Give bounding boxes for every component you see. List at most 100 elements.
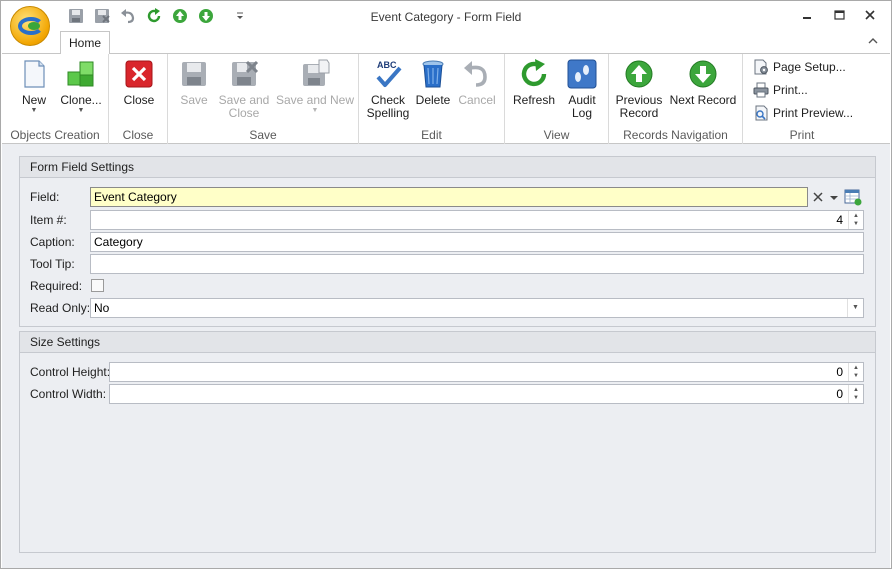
svg-text:ABC: ABC (377, 60, 397, 70)
minimize-icon[interactable] (799, 8, 815, 22)
audit-log-button[interactable]: Audit Log (561, 58, 603, 120)
ribbon-tab-row: Home (1, 31, 891, 54)
control-width-input[interactable]: 0 ▲ ▼ (109, 384, 864, 404)
cancel-button-label: Cancel (458, 93, 496, 107)
audit-log-label-line2: Log (571, 106, 593, 120)
ribbon-group-label: Edit (421, 128, 442, 142)
control-width-value: 0 (836, 387, 843, 401)
refresh-icon (521, 59, 547, 87)
close-red-x-icon (125, 60, 153, 88)
item-number-input[interactable]: 4 ▲ ▼ (90, 210, 864, 230)
ribbon-group-label: Close (122, 128, 154, 142)
app-logo-icon[interactable] (10, 6, 50, 46)
caption-input[interactable]: Category (90, 232, 864, 252)
undo-arrow-icon (464, 61, 487, 87)
item-number-label: Item #: (30, 213, 67, 227)
spin-up-icon[interactable]: ▲ (853, 213, 859, 219)
ribbon-group-edit: ABC Check Spelling Delete Cancel Edit (359, 54, 505, 144)
read-only-value: No (94, 301, 110, 315)
spin-down-icon[interactable]: ▼ (853, 373, 859, 379)
chevron-down-icon: ▼ (30, 107, 38, 114)
read-only-label: Read Only: (30, 301, 91, 315)
print-preview-label: Print Preview... (773, 106, 854, 120)
caption-value: Category (94, 235, 143, 249)
chevron-down-icon[interactable] (827, 189, 841, 205)
ribbon-group-label: View (543, 128, 570, 142)
control-width-spinner[interactable]: ▲ ▼ (848, 385, 863, 403)
title-bar: Event Category - Form Field (1, 1, 891, 46)
clone-button[interactable]: Clone... ▼ (58, 58, 104, 115)
check-spelling-label-line2: Spelling (366, 106, 410, 120)
chevron-down-icon[interactable]: ▼ (847, 299, 863, 317)
restore-icon[interactable] (831, 8, 847, 22)
chevron-down-icon: ▼ (77, 107, 85, 114)
close-button[interactable]: Close (117, 58, 161, 107)
print-label: Print... (773, 83, 808, 97)
save-and-close-button[interactable]: Save and Close (218, 58, 270, 120)
tool-tip-label: Tool Tip: (30, 257, 75, 271)
spin-down-icon[interactable]: ▼ (853, 395, 859, 401)
tab-home[interactable]: Home (60, 31, 110, 54)
clone-cubes-icon (67, 61, 94, 87)
item-number-spinner[interactable]: ▲ ▼ (848, 211, 863, 229)
chevron-up-icon[interactable] (867, 36, 879, 46)
required-label: Required: (30, 279, 83, 293)
check-spelling-label-line1: Check (370, 93, 405, 107)
required-checkbox[interactable] (91, 279, 104, 292)
field-input[interactable]: Event Category (90, 187, 808, 207)
ribbon-group-records-navigation: Previous Record Next Record Records Navi… (609, 54, 743, 144)
spin-down-icon[interactable]: ▼ (853, 221, 859, 227)
save-button[interactable]: Save (174, 58, 214, 107)
control-height-label: Control Height: (30, 365, 111, 379)
save-and-close-label-line1: Save and (218, 93, 270, 107)
item-number-value: 4 (836, 213, 843, 227)
audit-log-label-line1: Audit (568, 93, 596, 107)
footprints-icon (567, 59, 597, 89)
new-button[interactable]: New ▼ (14, 58, 54, 115)
check-spelling-button[interactable]: ABC Check Spelling (365, 58, 411, 120)
read-only-select[interactable]: No ▼ (90, 298, 864, 318)
save-and-new-label: Save and New (275, 93, 355, 107)
size-settings-group: Size Settings Control Height: 0 ▲ ▼ Contr… (19, 331, 876, 553)
page-setup-icon (754, 59, 768, 75)
previous-record-label-line2: Record (619, 106, 659, 120)
delete-button[interactable]: Delete (413, 58, 453, 107)
trash-bin-icon (422, 60, 444, 88)
arrow-down-circle-icon (689, 60, 717, 88)
save-and-close-label-line2: Close (228, 106, 260, 120)
new-document-icon (24, 60, 45, 88)
next-record-label: Next Record (669, 93, 737, 107)
next-record-button[interactable]: Next Record (667, 58, 739, 107)
save-button-label: Save (180, 93, 208, 107)
page-setup-label: Page Setup... (773, 60, 846, 74)
close-window-icon[interactable] (862, 8, 878, 22)
control-height-input[interactable]: 0 ▲ ▼ (109, 362, 864, 382)
lookup-table-icon[interactable] (844, 188, 862, 206)
previous-record-button[interactable]: Previous Record (615, 58, 663, 120)
control-width-label: Control Width: (30, 387, 107, 401)
new-button-label: New (21, 93, 46, 107)
print-preview-icon (755, 105, 768, 121)
window-title: Event Category - Form Field (370, 10, 522, 24)
previous-record-label-line1: Previous (615, 93, 663, 107)
ribbon-group-label: Print (789, 128, 815, 142)
save-new-icon (303, 59, 330, 86)
close-button-label: Close (123, 93, 155, 107)
save-and-new-button[interactable]: Save and New ▼ (274, 58, 356, 115)
refresh-button-label: Refresh (512, 93, 556, 107)
control-height-spinner[interactable]: ▲ ▼ (848, 363, 863, 381)
tool-tip-input[interactable] (90, 254, 864, 274)
ribbon-group-view: Refresh Audit Log View (505, 54, 609, 144)
delete-button-label: Delete (415, 93, 451, 107)
spin-up-icon[interactable]: ▲ (853, 387, 859, 393)
ribbon-group-objects-creation: New ▼ Clone... ▼ Objects Creation (2, 54, 109, 144)
arrow-up-circle-icon (625, 60, 653, 88)
form-content: Form Field Settings Field: Event Categor… (2, 144, 890, 568)
clone-button-label: Clone... (60, 93, 102, 107)
clear-icon[interactable] (810, 189, 826, 205)
cancel-button[interactable]: Cancel (455, 58, 499, 107)
spin-up-icon[interactable]: ▲ (853, 365, 859, 371)
refresh-button[interactable]: Refresh (511, 58, 557, 107)
abc-check-icon: ABC (376, 60, 402, 87)
ribbon-group-label: Records Navigation (623, 128, 728, 142)
